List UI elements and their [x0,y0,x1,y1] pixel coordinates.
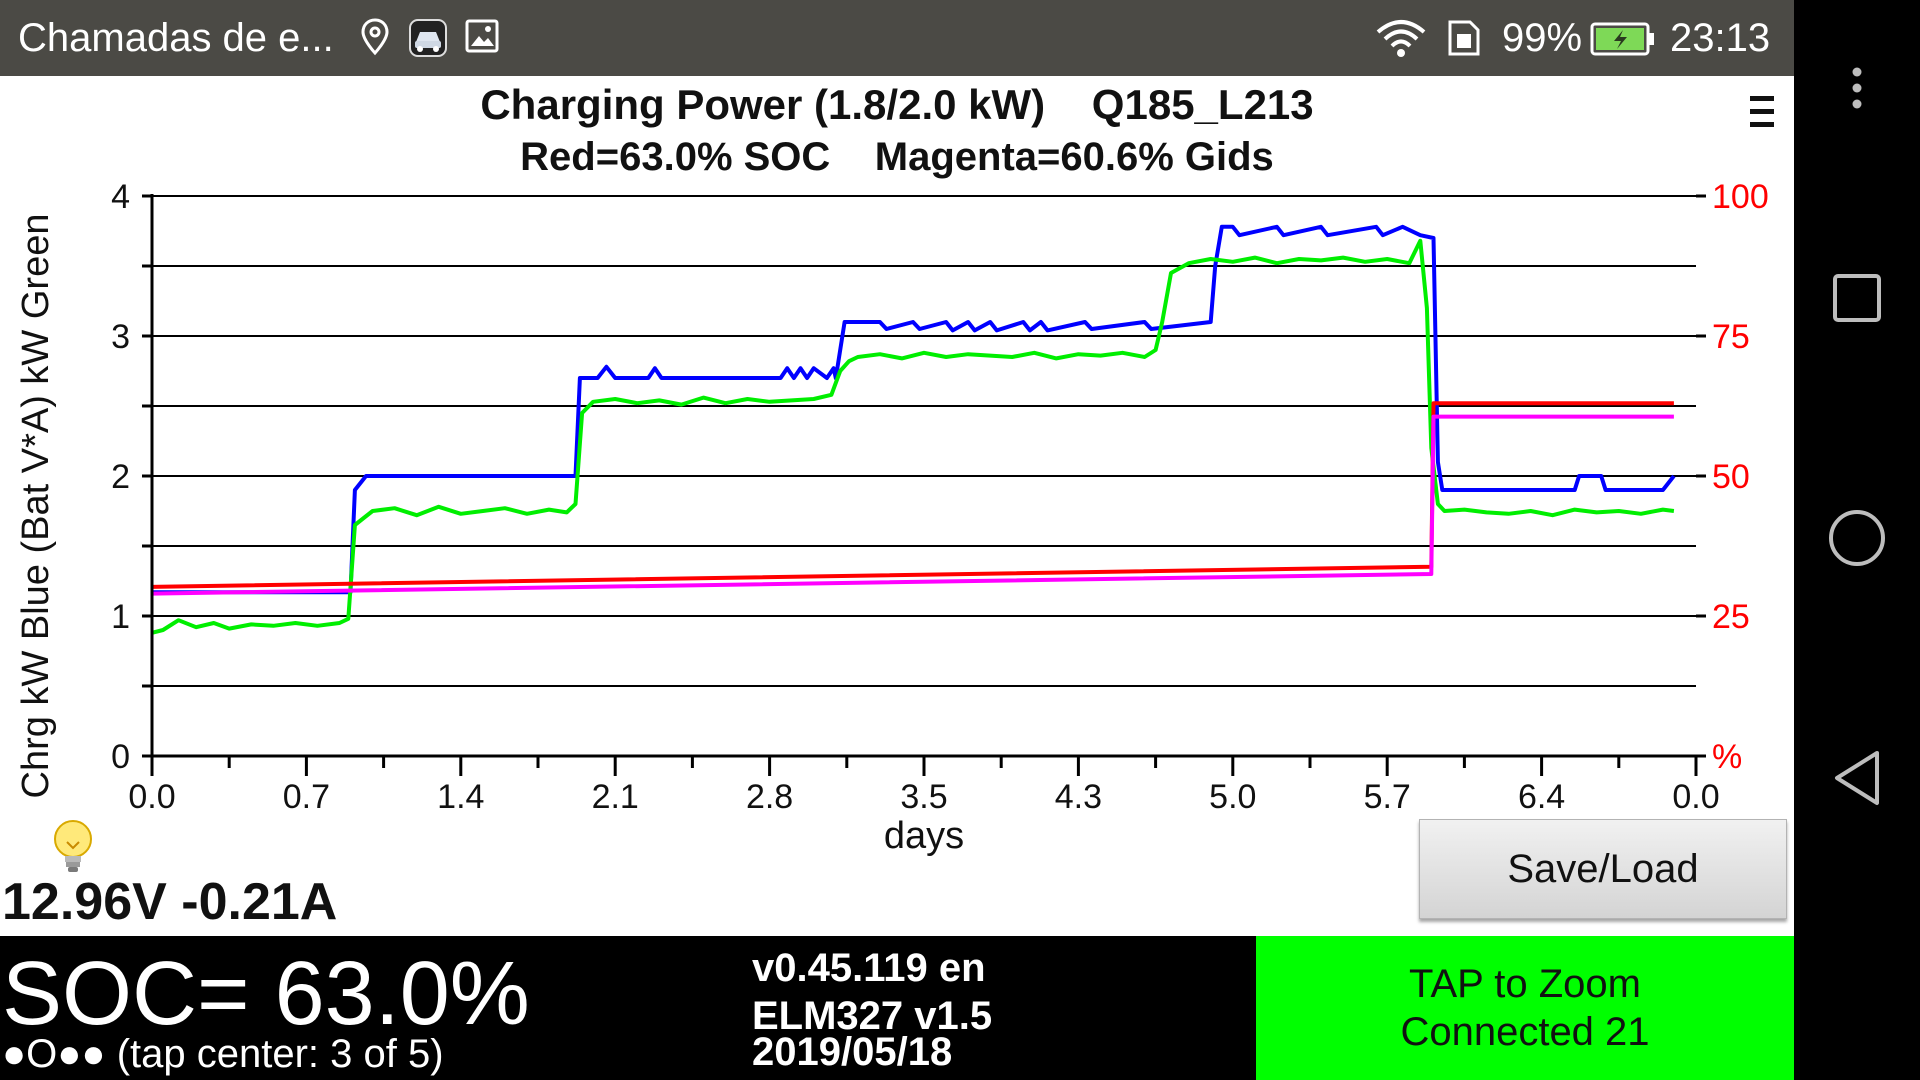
overflow-menu-icon [1850,66,1864,115]
back-button[interactable] [1794,720,1920,840]
voltage-current-readout: 12.96V -0.21A [2,873,338,931]
navigation-bar [1794,0,1920,1080]
x-tick-label: 2.1 [592,778,639,816]
recents-button[interactable] [1794,240,1920,360]
charging-power-chart[interactable]: 0 1 2 3 4% 25 50 75 100 0.0 0.7 1.4 2.1 2.8 3.5 4.3 5.0 5… [0,0,1794,900]
y2-tick-label: 75 [1712,318,1750,356]
y2-tick-label: 50 [1712,458,1750,496]
x-tick-label: 1.4 [437,778,484,816]
recents-square-icon [1831,272,1883,329]
y-tick-label: 4 [111,178,130,216]
axes [142,194,1706,776]
zoom-button-label: TAP to Zoom [1409,962,1641,1006]
home-circle-icon [1827,508,1887,573]
x-tick-label: 5.0 [1209,778,1256,816]
y-tick-label: 2 [111,458,130,496]
series-line-red [151,401,1674,589]
x-tick-label: 0.0 [128,778,175,816]
connection-status: Connected 21 [1400,1010,1650,1054]
series-lines [151,224,1676,635]
soc-readout: SOC= 63.0% [2,944,530,1044]
y-axis-label: Chrg kW Blue (Bat V*A) kW Green [15,214,57,799]
x-tick-label: 2.8 [746,778,793,816]
y2-tick-label: 100 [1712,178,1769,216]
build-date: 2019/05/18 [752,1030,953,1074]
y-tick-label: 0 [111,738,130,776]
x-tick-label: 0.7 [283,778,330,816]
x-tick-label: 5.7 [1364,778,1411,816]
x-tick-label: 0.0 [1672,778,1719,816]
home-button[interactable] [1794,480,1920,600]
y-tick-label: 1 [111,598,130,636]
y-tick-label: 3 [111,318,130,356]
back-triangle-icon [1831,749,1883,812]
x-tick-label: 4.3 [1055,778,1102,816]
overflow-menu-button[interactable] [1794,30,1920,150]
x-axis-label: days [884,815,964,857]
x-tick-label: 3.5 [900,778,947,816]
y2-tick-label: 25 [1712,598,1750,636]
series-line-blue [152,224,1676,595]
save-load-button[interactable]: Save/Load [1419,819,1787,919]
app-version: v0.45.119 en [752,946,986,990]
y2-tick-label: % [1712,738,1742,776]
series-line-magenta [151,414,1674,596]
tap-to-zoom-button[interactable]: TAP to Zoom Connected 21 [1256,936,1794,1080]
x-tick-label: 6.4 [1518,778,1565,816]
page-indicator: ●O●● (tap center: 3 of 5) [2,1032,444,1076]
